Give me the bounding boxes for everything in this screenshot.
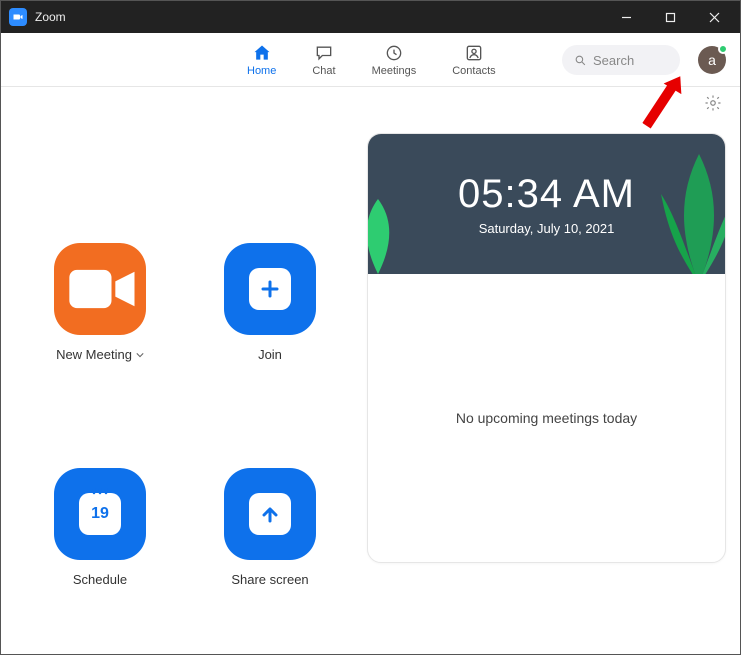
video-icon — [54, 243, 146, 335]
tab-contacts-label: Contacts — [452, 65, 495, 77]
join-button[interactable] — [224, 243, 316, 335]
search-icon — [574, 54, 587, 67]
plus-icon — [258, 277, 282, 301]
no-meetings-text: No upcoming meetings today — [456, 410, 637, 426]
tab-meetings-label: Meetings — [372, 65, 417, 77]
right-panel: 05:34 AM Saturday, July 10, 2021 No upco… — [367, 133, 726, 640]
tile-share: Share screen — [185, 468, 355, 641]
new-meeting-label-row[interactable]: New Meeting — [56, 347, 144, 362]
window-title: Zoom — [35, 10, 66, 24]
title-left: Zoom — [9, 8, 66, 26]
new-meeting-label: New Meeting — [56, 347, 132, 362]
tab-chat-label: Chat — [312, 65, 335, 77]
chevron-down-icon — [136, 351, 144, 359]
tile-join: Join — [185, 243, 355, 416]
titlebar: Zoom — [1, 1, 740, 33]
share-label: Share screen — [231, 572, 308, 587]
presence-dot-icon — [718, 44, 728, 54]
search-placeholder: Search — [593, 53, 634, 68]
plant-decor-left-icon — [368, 194, 408, 274]
tab-chat[interactable]: Chat — [312, 43, 335, 77]
close-button[interactable] — [692, 1, 736, 33]
chat-icon — [313, 43, 335, 63]
calendar-badge: 19 — [79, 493, 121, 535]
tab-contacts[interactable]: Contacts — [452, 43, 495, 77]
home-icon — [251, 43, 273, 63]
gear-icon — [704, 94, 722, 112]
nav-tabs: Home Chat Meetings Contacts — [247, 43, 496, 77]
avatar[interactable]: a — [698, 46, 726, 74]
content: New Meeting Join 19 — [1, 123, 740, 654]
clock-time: 05:34 AM — [458, 172, 635, 217]
maximize-button[interactable] — [648, 1, 692, 33]
tab-home-label: Home — [247, 65, 276, 77]
arrow-up-badge — [249, 493, 291, 535]
schedule-label: Schedule — [73, 572, 127, 587]
contacts-icon — [463, 43, 485, 63]
clock-banner: 05:34 AM Saturday, July 10, 2021 — [368, 134, 725, 274]
tab-home[interactable]: Home — [247, 43, 276, 77]
tile-new-meeting: New Meeting — [15, 243, 185, 416]
search-input[interactable]: Search — [562, 45, 680, 75]
plant-decor-right-icon — [659, 144, 725, 274]
clock-icon — [383, 43, 405, 63]
schedule-button[interactable]: 19 — [54, 468, 146, 560]
new-meeting-button[interactable] — [54, 243, 146, 335]
settings-button[interactable] — [704, 94, 722, 117]
calendar-icon — [88, 487, 112, 511]
clock-date: Saturday, July 10, 2021 — [479, 221, 615, 236]
join-label: Join — [258, 347, 282, 362]
subbar — [1, 87, 740, 123]
tab-meetings[interactable]: Meetings — [372, 43, 417, 77]
tile-schedule: 19 Schedule — [15, 468, 185, 641]
app-window: Zoom Home Chat — [0, 0, 741, 655]
avatar-letter: a — [708, 52, 716, 68]
action-grid: New Meeting Join 19 — [15, 133, 355, 640]
window-controls — [604, 1, 736, 33]
minimize-button[interactable] — [604, 1, 648, 33]
meetings-card: 05:34 AM Saturday, July 10, 2021 No upco… — [367, 133, 726, 563]
plus-badge — [249, 268, 291, 310]
share-screen-button[interactable] — [224, 468, 316, 560]
meetings-body: No upcoming meetings today — [368, 274, 725, 562]
arrow-up-icon — [258, 502, 282, 526]
zoom-app-icon — [9, 8, 27, 26]
topbar: Home Chat Meetings Contacts — [1, 33, 740, 87]
